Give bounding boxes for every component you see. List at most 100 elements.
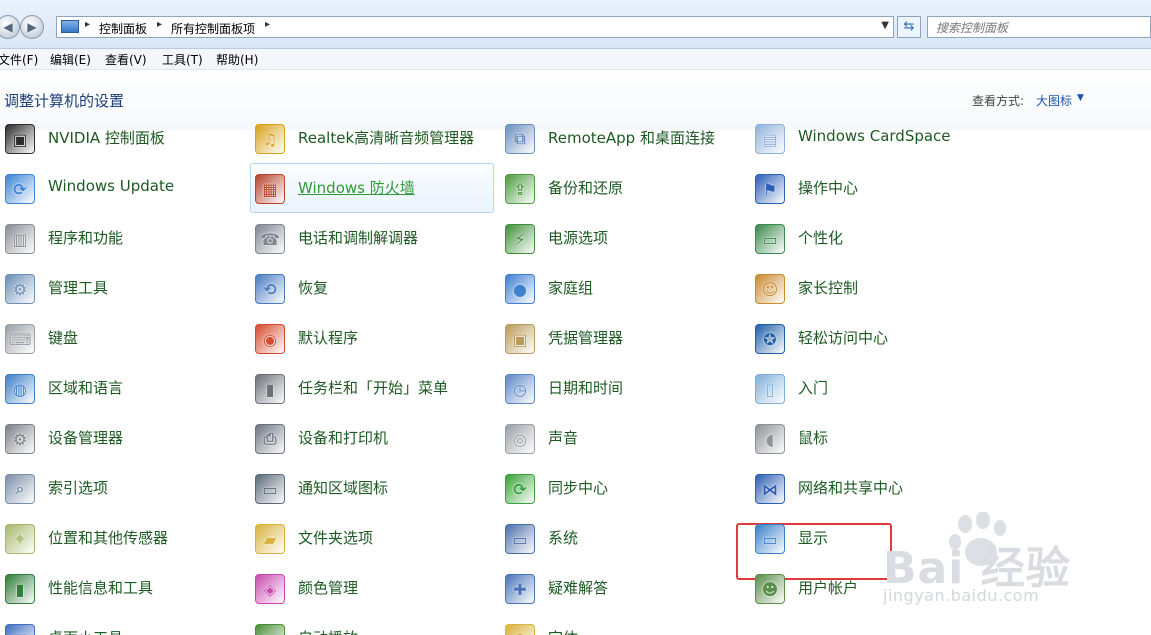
page-title: 调整计算机的设置 [4, 92, 125, 110]
cp-item-parental-controls[interactable]: ☺ 家长控制 [750, 263, 994, 313]
cp-item-realtek-audio[interactable]: ♫ Realtek高清晰音频管理器 [250, 113, 494, 163]
cp-item-color-management[interactable]: ◈ 颜色管理 [250, 563, 494, 613]
cp-item-taskbar[interactable]: ▮ 任务栏和「开始」菜单 [250, 363, 494, 413]
breadcrumb-separator-icon[interactable]: ▸ [157, 19, 162, 30]
cp-item-action-center-flag[interactable]: ⚑ 操作中心 [750, 163, 994, 213]
cp-item-label: 入门 [798, 379, 829, 397]
cp-item-sync-center[interactable]: ⟳ 同步中心 [500, 463, 744, 513]
getting-started-icon: ▯ [755, 374, 785, 404]
cp-item-homegroup[interactable]: ● 家庭组 [500, 263, 744, 313]
credential-manager-icon: ▣ [505, 324, 535, 354]
menu-edit[interactable]: 编辑(E) [50, 51, 91, 68]
sound-icon: ◎ [505, 424, 535, 454]
baidu-watermark: Bai 经验 jingyan.baidu.com [883, 512, 1143, 622]
cp-item-label: 任务栏和「开始」菜单 [298, 379, 449, 397]
cp-item-label: 桌面小工具 [48, 627, 123, 635]
breadcrumb-separator-icon[interactable]: ▸ [265, 19, 270, 30]
cp-item-devices-printers[interactable]: ⎙ 设备和打印机 [250, 413, 494, 463]
breadcrumb-separator-icon[interactable]: ▸ [85, 19, 90, 30]
cp-item-folder-options[interactable]: ▰ 文件夹选项 [250, 513, 494, 563]
cp-item-sound[interactable]: ◎ 声音 [500, 413, 744, 463]
firewall-icon: ▦ [255, 174, 285, 204]
search-box[interactable] [927, 16, 1151, 38]
breadcrumb-control-panel[interactable]: 控制面板 [99, 20, 147, 37]
cp-item-indexing[interactable]: ⌕ 索引选项 [0, 463, 244, 513]
folder-options-icon: ▰ [255, 524, 285, 554]
cp-item-notification-area[interactable]: ▭ 通知区域图标 [250, 463, 494, 513]
address-bar[interactable]: ▸ 控制面板 ▸ 所有控制面板项 ▸ ▼ [56, 16, 894, 38]
cp-item-windows-update[interactable]: ⟳ Windows Update [0, 163, 244, 213]
cp-item-performance[interactable]: ▮ 性能信息和工具 [0, 563, 244, 613]
cp-item-autoplay[interactable]: ▶ 自动播放 [250, 613, 494, 635]
view-by-dropdown[interactable]: 大图标 [1036, 92, 1072, 109]
parental-controls-icon: ☺ [755, 274, 785, 304]
chevron-down-icon[interactable]: ▼ [1077, 93, 1084, 103]
cp-item-label: 家长控制 [798, 279, 859, 297]
cp-item-label: 日期和时间 [548, 379, 624, 397]
cp-item-remoteapp[interactable]: ⧉ RemoteApp 和桌面连接 [500, 113, 744, 163]
cp-item-label: 管理工具 [48, 279, 109, 297]
cp-item-label: 程序和功能 [48, 229, 124, 247]
cp-item-label: 声音 [548, 429, 579, 447]
backup-icon: ⇪ [505, 174, 535, 204]
menu-tools[interactable]: 工具(T) [162, 51, 203, 68]
cp-item-default-programs[interactable]: ◉ 默认程序 [250, 313, 494, 363]
cp-item-label: Windows Update [48, 177, 175, 195]
cp-item-device-manager[interactable]: ⚙ 设备管理器 [0, 413, 244, 463]
cp-item-getting-started[interactable]: ▯ 入门 [750, 363, 994, 413]
cp-item-phone-modem[interactable]: ☎ 电话和调制解调器 [250, 213, 494, 263]
cp-item-location-sensors[interactable]: ⌖ 位置和其他传感器 [0, 513, 244, 563]
breadcrumb-all-items[interactable]: 所有控制面板项 [171, 20, 255, 37]
taskbar-icon: ▮ [255, 374, 285, 404]
cp-item-label: 用户帐户 [798, 579, 859, 597]
menu-file[interactable]: 文件(F) [0, 51, 38, 68]
cp-item-label: 通知区域图标 [298, 479, 389, 497]
cp-item-label: 备份和还原 [548, 179, 624, 197]
cp-item-credential-manager[interactable]: ▣ 凭据管理器 [500, 313, 744, 363]
cp-item-label: 设备管理器 [48, 429, 124, 447]
cp-item-fonts[interactable]: A 字体 [500, 613, 744, 635]
cp-item-power-options[interactable]: ⚡ 电源选项 [500, 213, 744, 263]
user-accounts-icon: ☻ [755, 574, 785, 604]
menu-view[interactable]: 查看(V) [105, 51, 147, 68]
default-programs-icon: ◉ [255, 324, 285, 354]
cp-item-mouse[interactable]: ◖ 鼠标 [750, 413, 994, 463]
cp-item-backup[interactable]: ⇪ 备份和还原 [500, 163, 744, 213]
cp-item-label: 字体 [548, 627, 578, 635]
cp-item-desktop-gadgets[interactable]: ▦ 桌面小工具 [0, 613, 244, 635]
cp-item-troubleshooting[interactable]: ✚ 疑难解答 [500, 563, 744, 613]
cp-item-label: 性能信息和工具 [48, 579, 154, 597]
homegroup-icon: ● [505, 274, 535, 304]
cp-item-network-sharing[interactable]: ⋈ 网络和共享中心 [750, 463, 994, 513]
notification-area-icon: ▭ [255, 474, 285, 504]
cp-item-programs[interactable]: ▥ 程序和功能 [0, 213, 244, 263]
nvidia-icon: ▣ [5, 124, 35, 154]
cp-item-label: 文件夹选项 [298, 529, 374, 547]
cp-item-label: 网络和共享中心 [798, 479, 904, 497]
troubleshooting-icon: ✚ [505, 574, 535, 604]
cp-item-personalization[interactable]: ▭ 个性化 [750, 213, 994, 263]
indexing-icon: ⌕ [5, 474, 35, 504]
cp-item-firewall[interactable]: ▦ Windows 防火墙 [250, 163, 494, 213]
menu-help[interactable]: 帮助(H) [216, 51, 258, 68]
cp-item-system[interactable]: ▭ 系统 [500, 513, 744, 563]
cp-item-admin-tools[interactable]: ⚙ 管理工具 [0, 263, 244, 313]
menu-bar: 文件(F) 编辑(E) 查看(V) 工具(T) 帮助(H) [0, 49, 1151, 70]
search-input[interactable] [934, 18, 1138, 38]
address-toolbar: ◀ ▶ ▸ 控制面板 ▸ 所有控制面板项 ▸ ▼ ⇆ [0, 0, 1151, 49]
cp-item-keyboard[interactable]: ⌨ 键盘 [0, 313, 244, 363]
cp-item-label: Windows CardSpace [798, 127, 951, 145]
cp-item-recovery[interactable]: ⟲ 恢复 [250, 263, 494, 313]
forward-button[interactable]: ▶ [20, 15, 44, 39]
cp-item-date-time[interactable]: ◷ 日期和时间 [500, 363, 744, 413]
address-dropdown-icon[interactable]: ▼ [881, 20, 889, 31]
mouse-icon: ◖ [755, 424, 785, 454]
cp-item-region-language[interactable]: ◍ 区域和语言 [0, 363, 244, 413]
cp-item-nvidia[interactable]: ▣ NVIDIA 控制面板 [0, 113, 244, 163]
refresh-button[interactable]: ⇆ [897, 16, 921, 38]
cp-item-label: 位置和其他传感器 [48, 529, 169, 547]
cp-item-cardspace[interactable]: ▤ Windows CardSpace [750, 113, 994, 163]
cp-item-ease-of-access[interactable]: ✪ 轻松访问中心 [750, 313, 994, 363]
cp-item-label: Windows 防火墙 [298, 179, 415, 197]
back-button[interactable]: ◀ [0, 15, 20, 39]
